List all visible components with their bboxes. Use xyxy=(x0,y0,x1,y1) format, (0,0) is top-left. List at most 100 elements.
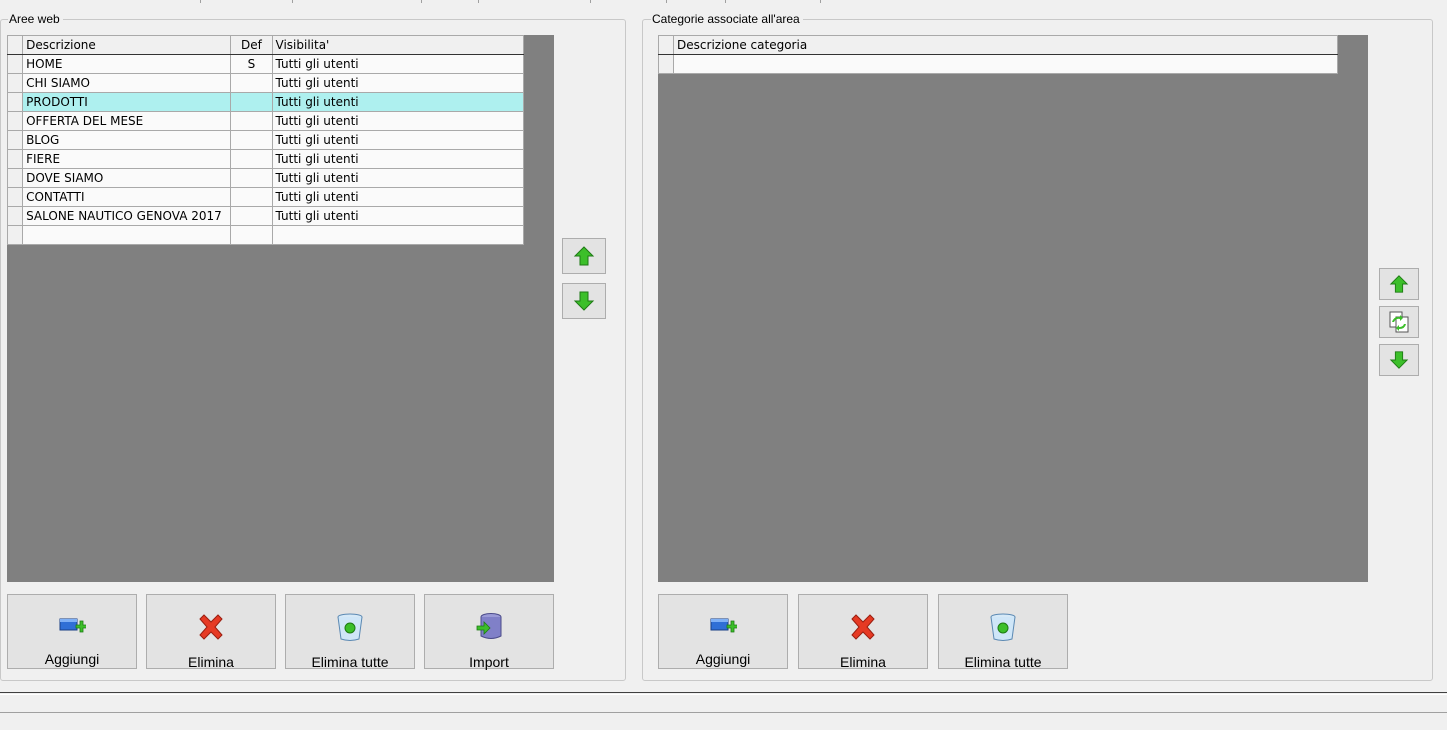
status-bar xyxy=(0,712,1447,730)
database-import-icon xyxy=(474,612,504,642)
add-icon xyxy=(57,612,87,639)
categoria-aggiungi-label: Aggiungi xyxy=(695,651,751,667)
cell-visibilita[interactable]: Tutti gli utenti xyxy=(271,187,525,207)
aggiungi-button[interactable]: Aggiungi xyxy=(7,594,137,669)
table-row[interactable] xyxy=(6,225,525,245)
table-row[interactable]: PRODOTTI Tutti gli utenti xyxy=(6,92,525,112)
cell-descrizione[interactable]: CONTATTI xyxy=(22,187,232,207)
cell-def[interactable] xyxy=(230,225,273,245)
cell-def[interactable] xyxy=(230,92,273,112)
cell-visibilita[interactable]: Tutti gli utenti xyxy=(271,130,525,150)
row-indicator[interactable] xyxy=(6,225,24,245)
categoria-elimina-tutte-button[interactable]: Elimina tutte xyxy=(938,594,1068,670)
aree-web-title: Aree web xyxy=(8,11,63,27)
move-up-button[interactable] xyxy=(562,238,606,274)
cell-descrizione[interactable]: PRODOTTI xyxy=(22,92,232,112)
row-indicator[interactable] xyxy=(6,92,24,112)
arrow-down-icon xyxy=(1389,351,1409,369)
categoria-swap-button[interactable] xyxy=(1379,306,1419,338)
row-indicator[interactable] xyxy=(6,206,24,226)
cell-descrizione-categoria[interactable] xyxy=(673,54,1338,74)
cell-visibilita[interactable] xyxy=(271,225,525,245)
categoria-aggiungi-button[interactable]: Aggiungi xyxy=(658,594,788,669)
cell-def[interactable] xyxy=(230,206,273,226)
categoria-elimina-button[interactable]: Elimina xyxy=(798,594,928,670)
row-indicator[interactable] xyxy=(6,187,24,207)
table-header-row: Descrizione categoria xyxy=(657,35,1338,55)
row-indicator[interactable] xyxy=(6,54,24,74)
table-header-row: Descrizione Def Visibilita' xyxy=(6,35,525,55)
cell-visibilita[interactable]: Tutti gli utenti xyxy=(271,92,525,112)
row-indicator[interactable] xyxy=(6,168,24,188)
elimina-label: Elimina xyxy=(188,654,234,670)
cell-def[interactable] xyxy=(230,149,273,169)
aree-web-grid[interactable]: Descrizione Def Visibilita' HOME S Tutti g… xyxy=(6,35,554,582)
column-header-visibilita[interactable]: Visibilita' xyxy=(271,35,525,55)
cell-visibilita[interactable]: Tutti gli utenti xyxy=(271,149,525,169)
cell-def[interactable] xyxy=(230,130,273,150)
table-row[interactable]: CHI SIAMO Tutti gli utenti xyxy=(6,73,525,93)
cell-visibilita[interactable]: Tutti gli utenti xyxy=(271,73,525,93)
cell-descrizione[interactable]: HOME xyxy=(22,54,232,74)
arrow-down-icon xyxy=(573,291,595,311)
move-down-button[interactable] xyxy=(562,283,606,319)
recycle-bin-icon xyxy=(335,612,365,642)
cell-def[interactable] xyxy=(230,187,273,207)
elimina-tutte-button[interactable]: Elimina tutte xyxy=(285,594,415,670)
swap-pages-icon xyxy=(1389,311,1409,333)
aree-web-table[interactable]: Descrizione Def Visibilita' HOME S Tutti g… xyxy=(6,35,525,245)
row-indicator[interactable] xyxy=(657,54,675,74)
row-indicator[interactable] xyxy=(6,111,24,131)
table-row[interactable]: HOME S Tutti gli utenti xyxy=(6,54,525,74)
categoria-elimina-label: Elimina xyxy=(840,654,886,670)
table-row[interactable]: BLOG Tutti gli utenti xyxy=(6,130,525,150)
row-indicator[interactable] xyxy=(6,73,24,93)
categoria-elimina-tutte-label: Elimina tutte xyxy=(964,654,1042,670)
table-row[interactable]: OFFERTA DEL MESE Tutti gli utenti xyxy=(6,111,525,131)
table-row[interactable]: CONTATTI Tutti gli utenti xyxy=(6,187,525,207)
row-indicator-header xyxy=(657,35,675,55)
delete-x-icon xyxy=(848,612,878,642)
cell-descrizione[interactable]: SALONE NAUTICO GENOVA 2017 xyxy=(22,206,232,226)
cell-visibilita[interactable]: Tutti gli utenti xyxy=(271,111,525,131)
categorie-title: Categorie associate all'area xyxy=(651,11,803,27)
import-label: Import xyxy=(469,654,509,670)
row-indicator[interactable] xyxy=(6,149,24,169)
divider-highlight xyxy=(0,694,1447,695)
aggiungi-label: Aggiungi xyxy=(44,651,100,667)
table-row[interactable]: DOVE SIAMO Tutti gli utenti xyxy=(6,168,525,188)
column-header-def[interactable]: Def xyxy=(230,35,273,55)
categoria-move-up-button[interactable] xyxy=(1379,268,1419,300)
cell-descrizione[interactable]: DOVE SIAMO xyxy=(22,168,232,188)
elimina-button[interactable]: Elimina xyxy=(146,594,276,670)
arrow-up-icon xyxy=(573,246,595,266)
cell-descrizione[interactable]: FIERE xyxy=(22,149,232,169)
delete-x-icon xyxy=(196,612,226,642)
tab-strip-edge xyxy=(0,0,1447,3)
cell-def[interactable] xyxy=(230,73,273,93)
table-row[interactable]: SALONE NAUTICO GENOVA 2017 Tutti gli uten… xyxy=(6,206,525,226)
cell-visibilita[interactable]: Tutti gli utenti xyxy=(271,206,525,226)
column-header-descrizione[interactable]: Descrizione xyxy=(22,35,232,55)
column-header-descrizione-categoria[interactable]: Descrizione categoria xyxy=(673,35,1338,55)
cell-descrizione[interactable]: OFFERTA DEL MESE xyxy=(22,111,232,131)
table-row[interactable]: FIERE Tutti gli utenti xyxy=(6,149,525,169)
cell-def[interactable] xyxy=(230,111,273,131)
cell-def[interactable] xyxy=(230,168,273,188)
table-row[interactable] xyxy=(657,54,1338,74)
arrow-up-icon xyxy=(1389,275,1409,293)
add-icon xyxy=(708,612,738,639)
categorie-grid[interactable]: Descrizione categoria xyxy=(657,35,1368,582)
row-indicator[interactable] xyxy=(6,130,24,150)
cell-descrizione[interactable] xyxy=(22,225,232,245)
categoria-move-down-button[interactable] xyxy=(1379,344,1419,376)
import-button[interactable]: Import xyxy=(424,594,554,670)
cell-descrizione[interactable]: BLOG xyxy=(22,130,232,150)
row-indicator-header xyxy=(6,35,24,55)
recycle-bin-icon xyxy=(988,612,1018,642)
cell-def[interactable]: S xyxy=(230,54,273,74)
cell-descrizione[interactable]: CHI SIAMO xyxy=(22,73,232,93)
cell-visibilita[interactable]: Tutti gli utenti xyxy=(271,54,525,74)
categorie-table[interactable]: Descrizione categoria xyxy=(657,35,1338,74)
cell-visibilita[interactable]: Tutti gli utenti xyxy=(271,168,525,188)
